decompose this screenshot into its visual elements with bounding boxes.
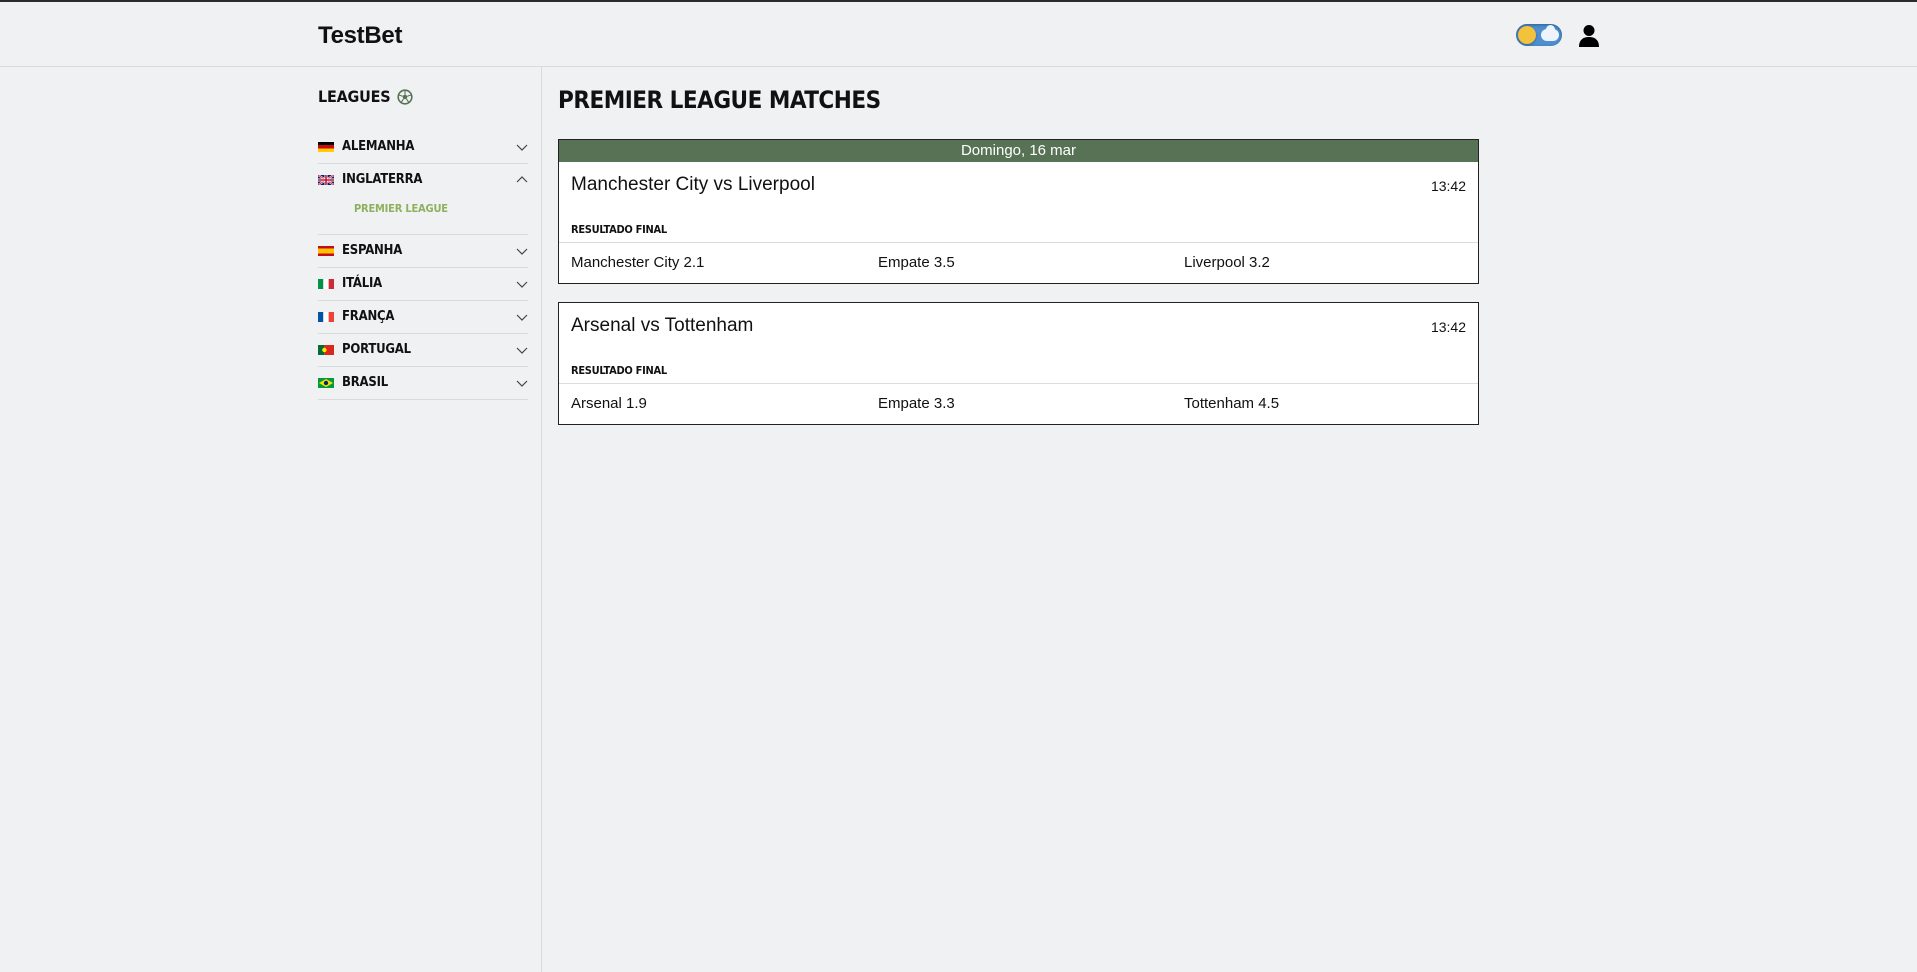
market-title: RESULTADO FINAL bbox=[559, 218, 1478, 243]
match-card: Domingo, 16 mar Manchester City vs Liver… bbox=[558, 139, 1479, 284]
odd-home-button[interactable]: Arsenal 1.9 bbox=[571, 395, 647, 412]
theme-toggle[interactable] bbox=[1516, 24, 1562, 46]
user-icon[interactable] bbox=[1578, 24, 1600, 48]
odds-row: Arsenal 1.9 Empate 3.3 Tottenham 4.5 bbox=[559, 384, 1478, 424]
chevron-up-icon[interactable] bbox=[516, 175, 528, 185]
country-item-alemanha[interactable]: ALEMANHA bbox=[318, 131, 528, 164]
chevron-down-icon[interactable] bbox=[516, 246, 528, 256]
portugal-flag-icon bbox=[318, 345, 334, 355]
odd-home-button[interactable]: Manchester City 2.1 bbox=[571, 254, 704, 271]
match-card: Arsenal vs Tottenham 13:42 RESULTADO FIN… bbox=[558, 302, 1479, 425]
match-header: Manchester City vs Liverpool 13:42 bbox=[559, 162, 1478, 218]
country-item-portugal[interactable]: PORTUGAL bbox=[318, 334, 528, 367]
country-label: BRASIL bbox=[342, 375, 388, 390]
spain-flag-icon bbox=[318, 246, 334, 256]
chevron-down-icon[interactable] bbox=[516, 345, 528, 355]
odd-draw-button[interactable]: Empate 3.5 bbox=[878, 254, 955, 271]
country-item-espanha[interactable]: ESPANHA bbox=[318, 235, 528, 268]
brazil-flag-icon bbox=[318, 378, 334, 388]
country-item-italia[interactable]: ITÁLIA bbox=[318, 268, 528, 301]
chevron-down-icon[interactable] bbox=[516, 378, 528, 388]
country-label: ITÁLIA bbox=[342, 276, 383, 291]
country-label: PORTUGAL bbox=[342, 342, 411, 357]
match-name[interactable]: Arsenal vs Tottenham bbox=[571, 315, 753, 337]
country-item-inglaterra[interactable]: INGLATERRA PREMIER LEAGUE bbox=[318, 164, 528, 235]
country-item-franca[interactable]: FRANÇA bbox=[318, 301, 528, 334]
match-time: 13:42 bbox=[1430, 178, 1466, 194]
match-name[interactable]: Manchester City vs Liverpool bbox=[571, 174, 815, 196]
country-label: INGLATERRA bbox=[342, 172, 423, 187]
market-title: RESULTADO FINAL bbox=[559, 359, 1478, 384]
france-flag-icon bbox=[318, 312, 334, 322]
country-item-brasil[interactable]: BRASIL bbox=[318, 367, 528, 400]
match-date: Domingo, 16 mar bbox=[559, 140, 1478, 162]
leagues-heading: LEAGUES bbox=[318, 87, 414, 106]
odd-draw-button[interactable]: Empate 3.3 bbox=[878, 395, 955, 412]
match-header: Arsenal vs Tottenham 13:42 bbox=[559, 303, 1478, 359]
country-label: ALEMANHA bbox=[342, 139, 415, 154]
match-time: 13:42 bbox=[1430, 319, 1466, 335]
sidebar: LEAGUES ALEMANHA INGLATERRA PREMIER LEAG… bbox=[0, 67, 542, 972]
page-title: PREMIER LEAGUE MATCHES bbox=[558, 86, 881, 114]
country-label: FRANÇA bbox=[342, 309, 395, 324]
chevron-down-icon[interactable] bbox=[516, 279, 528, 289]
leagues-title: LEAGUES bbox=[318, 87, 391, 106]
soccer-ball-icon bbox=[397, 88, 414, 105]
country-list: ALEMANHA INGLATERRA PREMIER LEAGUE ESPAN… bbox=[318, 131, 528, 400]
odd-away-button[interactable]: Liverpool 3.2 bbox=[1184, 254, 1270, 271]
cloud-icon bbox=[1541, 25, 1559, 41]
chevron-down-icon[interactable] bbox=[516, 312, 528, 322]
top-header: TestBet bbox=[0, 2, 1917, 67]
sun-icon bbox=[1518, 26, 1536, 44]
italy-flag-icon bbox=[318, 279, 334, 289]
germany-flag-icon bbox=[318, 142, 334, 152]
chevron-down-icon[interactable] bbox=[516, 142, 528, 152]
sidebar-item-premier-league[interactable]: PREMIER LEAGUE bbox=[354, 202, 448, 215]
brand-logo[interactable]: TestBet bbox=[318, 22, 402, 50]
odds-row: Manchester City 2.1 Empate 3.5 Liverpool… bbox=[559, 243, 1478, 283]
country-label: ESPANHA bbox=[342, 243, 403, 258]
uk-flag-icon bbox=[318, 175, 334, 185]
odd-away-button[interactable]: Tottenham 4.5 bbox=[1184, 395, 1279, 412]
